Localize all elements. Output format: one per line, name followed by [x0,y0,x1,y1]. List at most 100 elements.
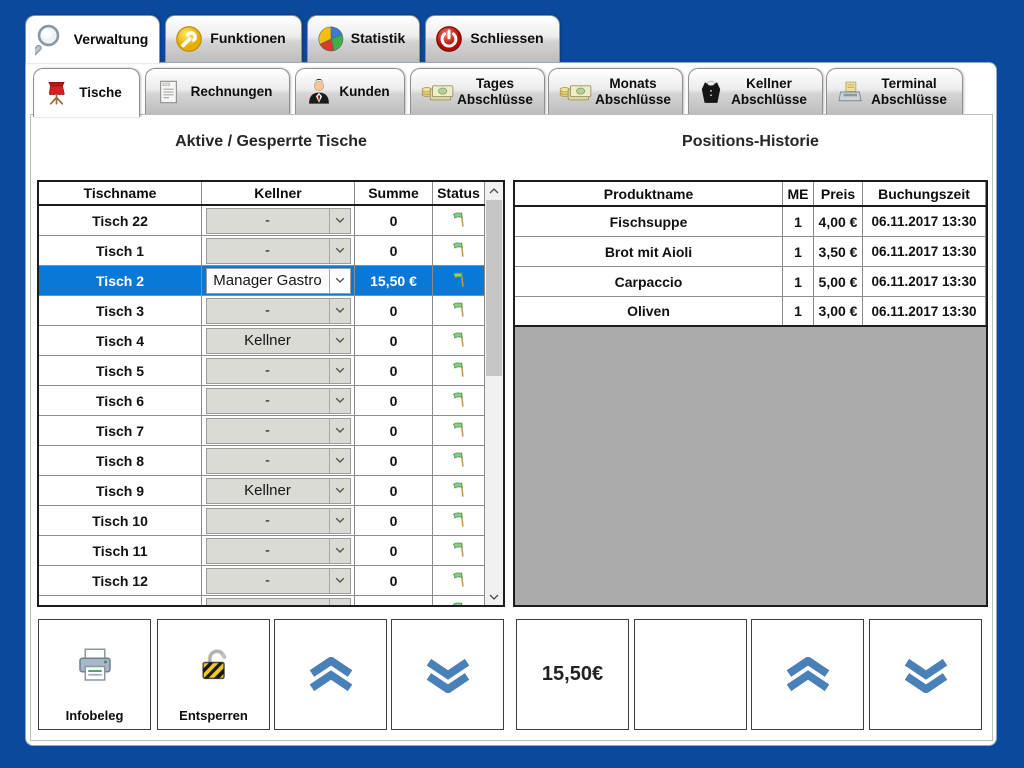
historie-scroll-down-button[interactable] [869,619,982,730]
me-cell: 1 [783,267,814,296]
chevron-down-icon [329,359,350,383]
column-header-kellner: Kellner [202,182,355,204]
left-section-title: Aktive / Gesperrte Tische [37,133,505,151]
kellner-dropdown[interactable]: - [206,418,351,444]
table-row[interactable]: Tisch 5 - 0 [39,356,485,386]
kellner-dropdown[interactable]: - [206,538,351,564]
kellner-dropdown[interactable]: - [206,568,351,594]
table-row[interactable]: Tisch 4 Kellner 0 [39,326,485,356]
preis-cell: 5,00 € [814,267,863,296]
summe-cell: 0 [355,446,433,475]
entsperren-button[interactable]: Entsperren [157,619,270,730]
status-flag-icon [451,601,467,608]
column-header-buchungszeit: Buchungszeit [863,182,986,205]
kellner-dropdown[interactable]: Manager Gastro [206,268,351,294]
tischname-cell: Tisch 1 [39,236,202,265]
buchungszeit-cell: 06.11.2017 13:30 [863,297,986,325]
scrollbar-down-arrow[interactable] [485,588,503,605]
chevron-down-icon [329,299,350,323]
tische-scrollbar[interactable] [485,182,503,605]
tab-monats-abschluesse[interactable]: Monats Abschlüsse [548,68,683,114]
chevron-down-icon [329,539,350,563]
me-cell: 1 [783,237,814,266]
table-row[interactable]: Tisch 22 - 0 [39,206,485,236]
status-flag-icon [451,511,467,531]
button-label: Infobeleg [39,708,150,723]
column-header-tischname: Tischname [39,182,202,204]
kellner-dropdown[interactable]: Kellner [206,328,351,354]
kellner-dropdown[interactable]: - [206,598,351,608]
tab-statistik[interactable]: Statistik [307,15,420,62]
terminal-printer-icon [836,78,864,106]
kellner-cell: - [202,236,355,265]
tische-scroll-down-button[interactable] [391,619,504,730]
tab-funktionen[interactable]: Funktionen [165,15,302,62]
table-row[interactable]: Tisch 3 - 0 [39,296,485,326]
historie-row[interactable]: Oliven 1 3,00 € 06.11.2017 13:30 [515,297,986,327]
chevron-down-icon [329,329,350,353]
table-row[interactable]: Tisch 10 - 0 [39,506,485,536]
kellner-dropdown[interactable]: - [206,238,351,264]
tab-kellner-abschluesse[interactable]: Kellner Abschlüsse [688,68,823,114]
kellner-dropdown[interactable]: - [206,208,351,234]
kellner-cell: - [202,416,355,445]
kellner-dropdown[interactable]: - [206,388,351,414]
historie-row[interactable]: Brot mit Aioli 1 3,50 € 06.11.2017 13:30 [515,237,986,267]
tab-tische[interactable]: Tische [33,68,140,117]
kellner-dropdown[interactable]: - [206,448,351,474]
tab-tages-abschluesse[interactable]: Tages Abschlüsse [410,68,545,114]
kellner-dropdown[interactable]: - [206,358,351,384]
scrollbar-thumb[interactable] [486,200,502,376]
tab-kunden[interactable]: Kunden [295,68,405,114]
table-row[interactable]: Tisch 2 Manager Gastro 15,50 € [39,266,485,296]
table-row[interactable]: Tisch 11 - 0 [39,536,485,566]
historie-row[interactable]: Fischsuppe 1 4,00 € 06.11.2017 13:30 [515,207,986,237]
summe-cell: 0 [355,206,433,235]
tab-label: Kunden [333,84,396,99]
historie-rows: Fischsuppe 1 4,00 € 06.11.2017 13:30 Bro… [515,207,986,327]
kellner-dropdown[interactable]: Kellner [206,478,351,504]
scrollbar-up-arrow[interactable] [485,182,503,199]
status-cell [433,206,485,235]
summe-cell: 0 [355,566,433,595]
tab-terminal-abschluesse[interactable]: Terminal Abschlüsse [826,68,963,114]
tische-scroll-up-button[interactable] [274,619,387,730]
magnifier-icon [35,22,71,58]
tab-verwaltung[interactable]: Verwaltung [25,15,160,63]
right-section-title: Positions-Historie [513,133,988,151]
tischname-cell: Tisch 6 [39,386,202,415]
infobeleg-button[interactable]: Infobeleg [38,619,151,730]
table-row[interactable]: Tisch 13 - 0 [39,596,485,607]
tab-schliessen[interactable]: Schliessen [425,15,560,62]
status-flag-icon [451,301,467,321]
table-row[interactable]: Tisch 1 - 0 [39,236,485,266]
kellner-dropdown[interactable]: - [206,298,351,324]
kellner-cell: - [202,506,355,535]
kellner-dropdown[interactable]: - [206,508,351,534]
tischname-cell: Tisch 7 [39,416,202,445]
summe-cell: 0 [355,386,433,415]
tab-rechnungen[interactable]: Rechnungen [145,68,290,114]
table-row[interactable]: Tisch 12 - 0 [39,566,485,596]
status-cell [433,386,485,415]
table-row[interactable]: Tisch 9 Kellner 0 [39,476,485,506]
status-cell [433,236,485,265]
produktname-cell: Oliven [515,297,783,325]
summe-cell: 0 [355,476,433,505]
table-row[interactable]: Tisch 7 - 0 [39,416,485,446]
column-header-status: Status [433,182,485,204]
table-row[interactable]: Tisch 6 - 0 [39,386,485,416]
preis-cell: 3,00 € [814,297,863,325]
pie-chart-icon [317,25,345,53]
double-chevron-up-icon [305,657,357,693]
total-amount-button[interactable]: 15,50€ [516,619,629,730]
chevron-down-icon [329,509,350,533]
table-row[interactable]: Tisch 8 - 0 [39,446,485,476]
empty-button[interactable] [634,619,747,730]
historie-scroll-up-button[interactable] [751,619,864,730]
cash-icon [420,79,454,105]
kellner-cell: Manager Gastro [202,266,355,295]
waiter-icon [698,78,724,106]
historie-row[interactable]: Carpaccio 1 5,00 € 06.11.2017 13:30 [515,267,986,297]
summe-cell: 0 [355,296,433,325]
